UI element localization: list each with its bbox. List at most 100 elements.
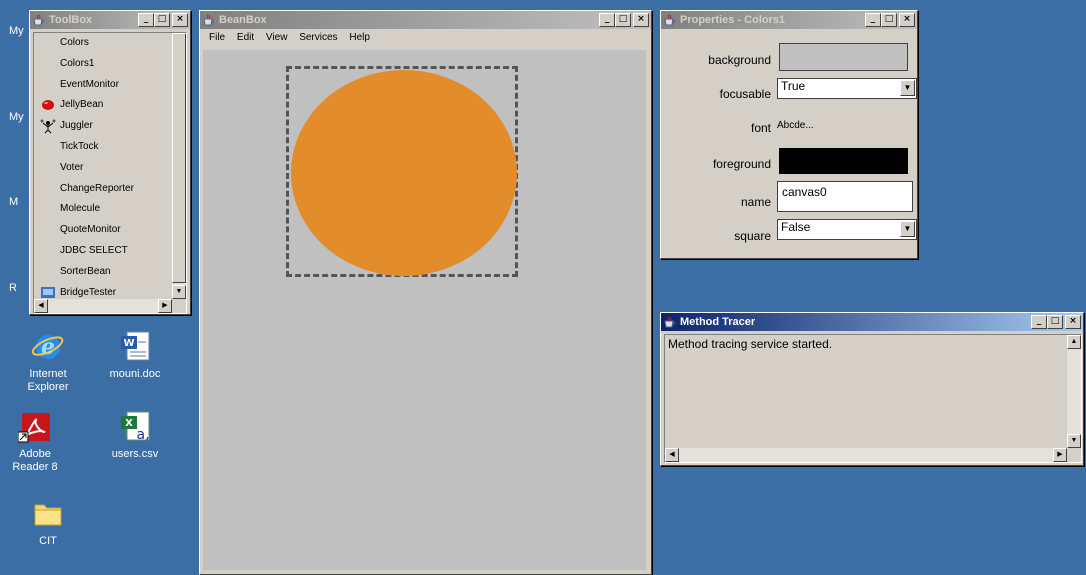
minimize-button[interactable]: _	[865, 13, 881, 27]
menu-help[interactable]: Help	[349, 32, 370, 43]
desktop-icon-mouni-doc[interactable]: W mouni.doc	[100, 330, 170, 381]
toolbox-item-changereporter[interactable]: ChangeReporter	[34, 179, 172, 200]
scroll-down-arrow-icon[interactable]: ▼	[1067, 434, 1081, 448]
menu-view[interactable]: View	[266, 32, 288, 43]
scroll-right-arrow-icon[interactable]: ▶	[1053, 448, 1067, 462]
close-button[interactable]: ×	[899, 13, 915, 27]
toolbox-item-jdbc-select[interactable]: JDBC SELECT	[34, 241, 172, 262]
toolbox-item-colors[interactable]: Colors	[34, 33, 172, 54]
desktop-icon-internet-explorer[interactable]: e Internet Explorer	[13, 330, 83, 394]
menu-file[interactable]: File	[209, 32, 225, 43]
adobe-reader-icon	[17, 410, 52, 444]
toolbox-item-juggler[interactable]: Juggler	[34, 116, 172, 137]
scrollbar-thumb[interactable]	[172, 33, 186, 283]
close-button[interactable]: ×	[172, 13, 188, 27]
menu-edit[interactable]: Edit	[237, 32, 254, 43]
java-cup-icon	[663, 14, 677, 26]
toolbox-horizontal-scrollbar[interactable]: ◀ ▶	[34, 299, 172, 313]
property-label-square: square	[734, 229, 771, 243]
toolbox-titlebar[interactable]: ToolBox _ □ ×	[30, 11, 190, 29]
maximize-button[interactable]: □	[615, 13, 631, 27]
java-cup-icon	[32, 14, 46, 26]
method-tracer-titlebar[interactable]: Method Tracer _ □ ×	[661, 313, 1083, 331]
background-color-swatch[interactable]	[779, 43, 908, 71]
toolbox-vertical-scrollbar[interactable]: ▼	[172, 33, 186, 299]
desktop-icon-label: CIT	[39, 535, 57, 547]
scroll-right-arrow-icon[interactable]: ▶	[158, 299, 172, 313]
beanbox-titlebar[interactable]: BeanBox _ □ ×	[200, 11, 651, 29]
toolbox-item-jellybean[interactable]: JellyBean	[34, 95, 172, 116]
desktop-label-r: R	[9, 282, 17, 294]
desktop-icon-users-csv[interactable]: Xa, users.csv	[100, 410, 170, 461]
tracer-log-text: Method tracing service started.	[668, 337, 833, 351]
focusable-select[interactable]: True ▼	[777, 78, 917, 99]
desktop-label-my-1: My	[9, 25, 24, 37]
folder-icon	[31, 497, 65, 531]
java-cup-icon	[663, 316, 677, 328]
toolbox-item-ticktock[interactable]: TickTock	[34, 137, 172, 158]
colors-bean-circle[interactable]	[291, 70, 517, 276]
scroll-left-arrow-icon[interactable]: ◀	[665, 448, 679, 462]
tracer-vertical-scrollbar[interactable]: ▲ ▼	[1067, 335, 1081, 448]
close-button[interactable]: ×	[1065, 315, 1081, 329]
maximize-button[interactable]: □	[1047, 315, 1063, 329]
scroll-up-arrow-icon[interactable]: ▲	[1067, 335, 1081, 349]
scroll-left-arrow-icon[interactable]: ◀	[34, 299, 48, 313]
property-label-background: background	[708, 53, 771, 67]
foreground-color-swatch[interactable]	[779, 148, 908, 174]
close-button[interactable]: ×	[633, 13, 649, 27]
font-value[interactable]: Abcde...	[777, 120, 814, 131]
tracer-horizontal-scrollbar[interactable]: ◀ ▶	[665, 448, 1067, 462]
toolbox-item-quotemonitor[interactable]: QuoteMonitor	[34, 220, 172, 241]
toolbox-item-molecule[interactable]: Molecule	[34, 199, 172, 220]
desktop-icon-label: Internet Explorer	[27, 368, 69, 393]
beanbox-canvas[interactable]	[203, 50, 646, 570]
desktop-icon-label: users.csv	[111, 448, 159, 460]
toolbox-item-voter[interactable]: Voter	[34, 158, 172, 179]
toolbox-item-colors1[interactable]: Colors1	[34, 54, 172, 75]
method-tracer-window: Method Tracer _ □ × Method tracing servi…	[660, 312, 1084, 466]
word-document-icon: W	[118, 330, 152, 364]
method-tracer-textarea[interactable]: Method tracing service started. ▲ ▼ ◀ ▶	[664, 334, 1082, 463]
java-cup-icon	[202, 14, 216, 26]
properties-title: Properties - Colors1	[680, 14, 786, 26]
menu-services[interactable]: Services	[299, 32, 337, 43]
minimize-button[interactable]: _	[599, 13, 615, 27]
desktop-label-my-2: My	[9, 111, 24, 123]
toolbox-list: Colors Colors1 EventMonitor JellyBean Ju…	[33, 32, 187, 314]
desktop-icon-cit-folder[interactable]: CIT	[13, 497, 83, 548]
focusable-value: True	[781, 79, 806, 93]
toolbox-window: ToolBox _ □ × Colors Colors1 EventMonito…	[29, 10, 191, 315]
svg-text:X: X	[125, 418, 133, 429]
toolbox-title: ToolBox	[49, 14, 93, 26]
desktop-label-m: M	[9, 196, 19, 208]
property-label-focusable: focusable	[719, 87, 771, 101]
square-select[interactable]: False ▼	[777, 219, 917, 240]
toolbox-item-label: BridgeTester	[60, 286, 117, 298]
minimize-button[interactable]: _	[138, 13, 154, 27]
toolbox-item-sorterbean[interactable]: SorterBean	[34, 262, 172, 283]
square-value: False	[781, 220, 811, 234]
minimize-button[interactable]: _	[1031, 315, 1047, 329]
toolbox-item-label: JellyBean	[60, 99, 104, 111]
internet-explorer-icon: e	[31, 330, 65, 364]
scroll-down-arrow-icon[interactable]: ▼	[172, 285, 186, 299]
beanbox-window: BeanBox _ □ × File Edit View Services He…	[199, 10, 652, 575]
toolbox-item-eventmonitor[interactable]: EventMonitor	[34, 75, 172, 96]
desktop-icon-adobe-reader[interactable]: Adobe Reader 8	[0, 410, 70, 474]
method-tracer-title: Method Tracer	[680, 316, 756, 328]
beanbox-menubar: File Edit View Services Help	[200, 29, 651, 47]
maximize-button[interactable]: □	[154, 13, 170, 27]
svg-text:W: W	[123, 338, 134, 349]
desktop-icon-label: Adobe Reader 8	[12, 448, 58, 473]
property-label-name: name	[740, 195, 771, 209]
beanbox-title: BeanBox	[219, 14, 267, 26]
excel-csv-icon: Xa,	[118, 410, 152, 444]
dropdown-arrow-icon[interactable]: ▼	[900, 80, 915, 96]
dropdown-arrow-icon[interactable]: ▼	[900, 221, 915, 237]
toolbox-item-label: Juggler	[60, 120, 93, 132]
properties-titlebar[interactable]: Properties - Colors1 _ □ ×	[661, 11, 917, 29]
name-input[interactable]: canvas0	[777, 181, 913, 212]
desktop-icon-label: mouni.doc	[109, 368, 161, 380]
maximize-button[interactable]: □	[881, 13, 897, 27]
